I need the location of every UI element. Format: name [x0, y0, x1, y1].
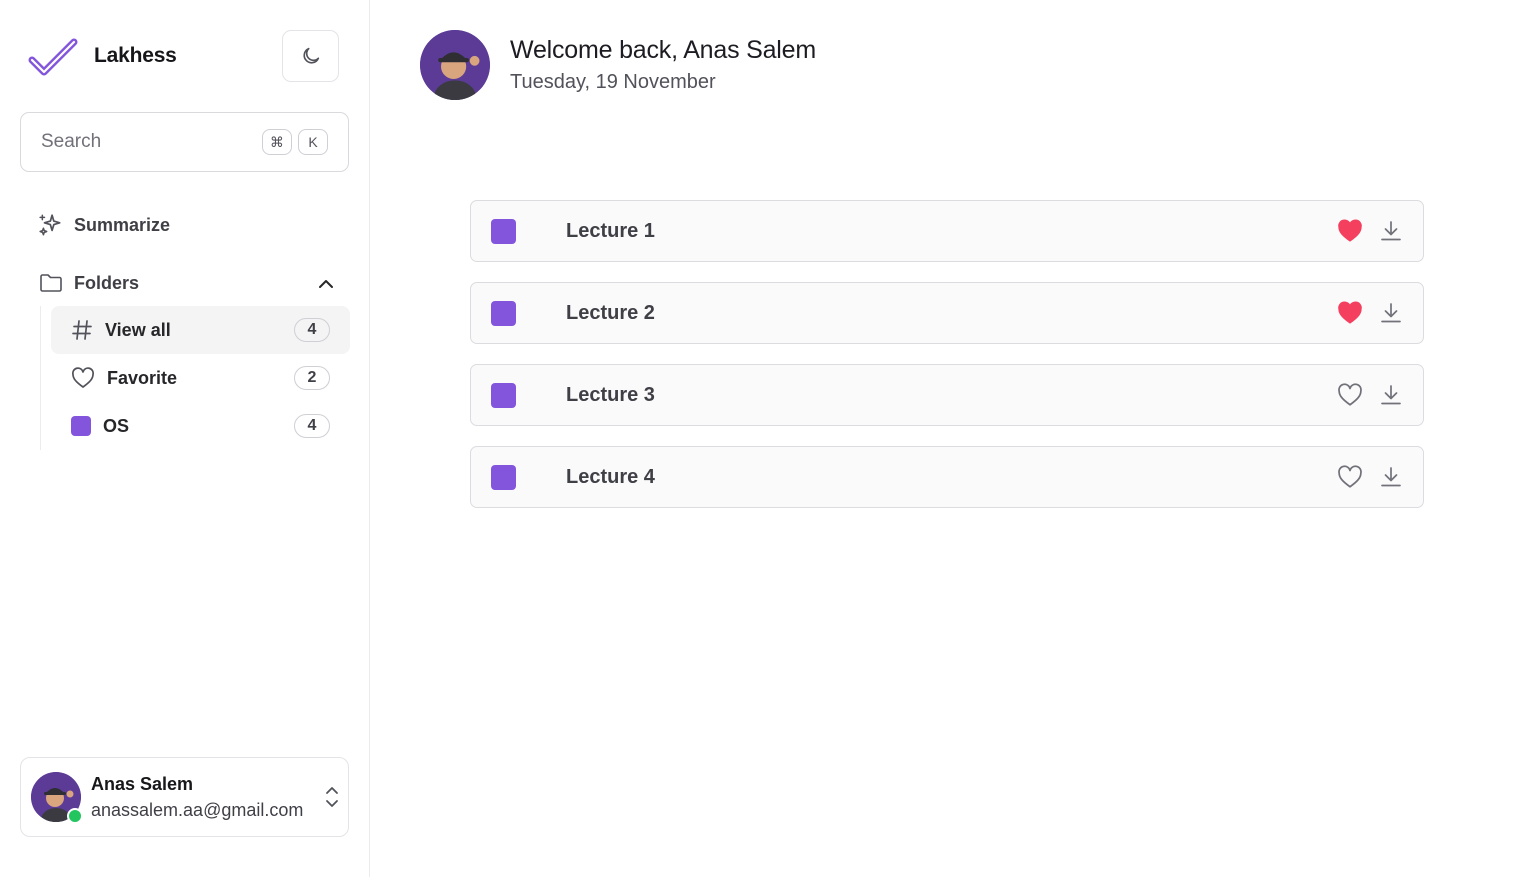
online-status-dot — [67, 808, 83, 824]
sidebar: Lakhess Search ⌘ K Summarize Folders Vie… — [0, 0, 370, 877]
download-icon[interactable] — [1379, 301, 1403, 325]
lecture-title: Lecture 3 — [566, 383, 655, 406]
lecture-list: Lecture 1 Lecture 2 Lecture 3 Lecture 4 — [470, 200, 1424, 528]
download-icon[interactable] — [1379, 465, 1403, 489]
heart-outline-icon[interactable] — [1337, 383, 1363, 407]
header-avatar — [420, 30, 490, 100]
heart-outline-icon[interactable] — [1337, 465, 1363, 489]
download-icon[interactable] — [1379, 219, 1403, 243]
lecture-color-swatch — [491, 382, 516, 408]
folder-count-badge: 2 — [294, 366, 330, 390]
lecture-color-swatch — [491, 300, 516, 326]
lecture-row[interactable]: Lecture 3 — [470, 364, 1424, 426]
lecture-row[interactable]: Lecture 4 — [470, 446, 1424, 508]
folder-label: OS — [103, 415, 130, 436]
user-name: Anas Salem — [91, 773, 194, 794]
folder-item-os[interactable]: OS 4 — [51, 402, 350, 450]
user-account-switcher[interactable]: Anas Salem anassalem.aa@gmail.com — [20, 757, 349, 837]
lecture-title: Lecture 1 — [566, 219, 655, 242]
folder-item-favorite[interactable]: Favorite 2 — [51, 354, 350, 402]
search-placeholder: Search — [41, 131, 102, 152]
folder-count-badge: 4 — [294, 318, 330, 342]
heart-icon — [72, 367, 94, 388]
command-key-hint: ⌘ — [262, 129, 292, 155]
k-key-hint: K — [298, 129, 328, 155]
summarize-label: Summarize — [74, 214, 171, 235]
checkmark-logo-icon — [28, 38, 78, 76]
lecture-color-swatch — [491, 218, 516, 244]
folder-label: Favorite — [107, 367, 178, 388]
download-icon[interactable] — [1379, 383, 1403, 407]
app-logo[interactable]: Lakhess — [28, 34, 177, 78]
welcome-title: Welcome back, Anas Salem — [510, 36, 816, 64]
app-name: Lakhess — [94, 44, 177, 67]
folder-count-badge: 4 — [294, 414, 330, 438]
sparkles-icon — [39, 214, 61, 236]
lecture-title: Lecture 2 — [566, 301, 655, 324]
current-date: Tuesday, 19 November — [510, 71, 716, 93]
welcome-header: Welcome back, Anas Salem Tuesday, 19 Nov… — [420, 30, 816, 100]
lecture-row[interactable]: Lecture 2 — [470, 282, 1424, 344]
user-email: anassalem.aa@gmail.com — [91, 799, 304, 820]
chevron-up-icon[interactable] — [315, 274, 337, 294]
lecture-row[interactable]: Lecture 1 — [470, 200, 1424, 262]
folder-color-swatch — [71, 416, 91, 436]
lecture-color-swatch — [491, 464, 516, 490]
summarize-nav-item[interactable]: Summarize — [38, 212, 170, 238]
lecture-title: Lecture 4 — [566, 465, 655, 488]
folders-section-toggle[interactable]: Folders — [38, 271, 139, 295]
folder-icon — [40, 274, 62, 292]
heart-filled-icon[interactable] — [1337, 219, 1363, 243]
hash-icon — [72, 320, 92, 340]
folders-label: Folders — [74, 272, 140, 293]
folder-item-view-all[interactable]: View all 4 — [51, 306, 350, 354]
moon-icon — [302, 47, 319, 64]
heart-filled-icon[interactable] — [1337, 301, 1363, 325]
folder-list: View all 4 Favorite 2 OS 4 — [40, 306, 350, 450]
theme-toggle-button[interactable] — [282, 30, 339, 82]
chevrons-up-down-icon — [326, 787, 338, 807]
search-input[interactable]: Search ⌘ K — [20, 112, 349, 172]
folder-label: View all — [105, 319, 171, 340]
